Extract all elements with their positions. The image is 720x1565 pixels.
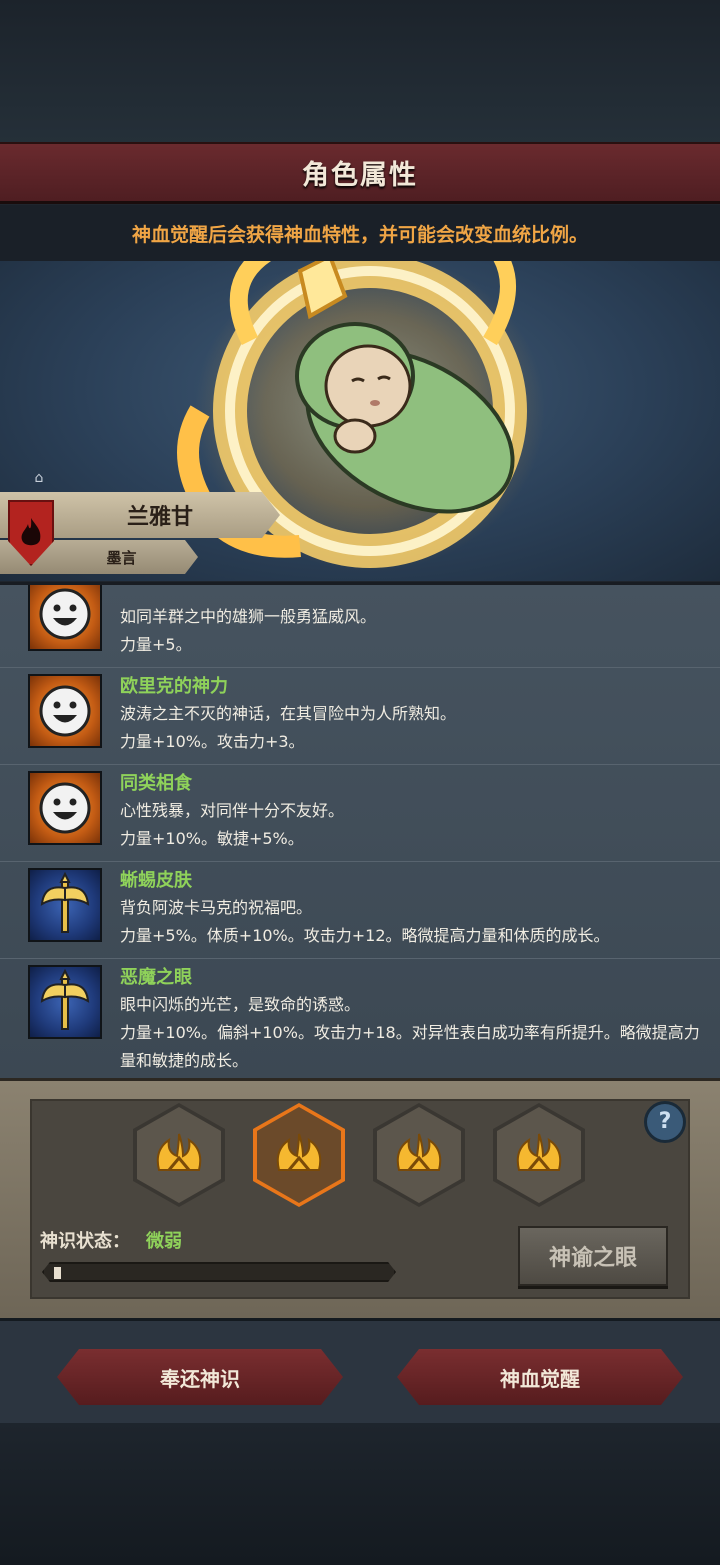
smile-icon <box>28 771 102 845</box>
oracle-eye-button[interactable]: 神谕之眼 <box>518 1226 668 1286</box>
character-name: 兰雅甘 <box>126 505 193 530</box>
golden-crown-icon <box>396 1133 442 1171</box>
divine-blood-awaken-button[interactable]: 神血觉醒 <box>397 1349 683 1405</box>
trait-name: 蜥蜴皮肤 <box>120 870 192 891</box>
top-background <box>0 0 720 145</box>
trait-row[interactable]: 如同羊群之中的雄狮一般勇猛威风。 力量+5。 <box>0 585 720 668</box>
trait-stats: 力量+5%。体质+10%。攻击力+12。略微提高力量和体质的成长。 <box>120 926 610 945</box>
axe-icon <box>28 868 102 942</box>
axe-icon <box>28 965 102 1039</box>
progress-fill <box>54 1267 61 1279</box>
golden-crown-icon <box>276 1133 322 1171</box>
flame-icon <box>21 518 41 546</box>
trait-name: 同类相食 <box>120 773 192 794</box>
trait-name: 欧里克的神力 <box>120 676 228 697</box>
notice-bar: 神血觉醒后会获得神血特性，并可能会改变血统比例。 <box>0 205 720 261</box>
trait-stats: 力量+10%。偏斜+10%。攻击力+18。对异性表白成功率有所提升。略微提高力量… <box>120 1023 700 1070</box>
bottom-background <box>0 1423 720 1565</box>
title-bar: 角色属性 <box>0 142 720 204</box>
trait-stats: 力量+10%。敏捷+5%。 <box>120 829 304 848</box>
golden-crown-icon <box>156 1133 202 1171</box>
help-button[interactable]: ? <box>644 1101 686 1143</box>
trait-row[interactable]: 恶魔之眼 眼中闪烁的光芒，是致命的诱惑。 力量+10%。偏斜+10%。攻击力+1… <box>0 959 720 1078</box>
smile-icon <box>28 674 102 748</box>
divine-blood-awaken-label: 神血觉醒 <box>500 1366 580 1391</box>
trait-name: 恶魔之眼 <box>120 967 192 988</box>
trait-list[interactable]: 如同羊群之中的雄狮一般勇猛威风。 力量+5。 欧里克的神力 波涛之主不灭的神话，… <box>0 582 720 1078</box>
home-icon: ⌂ <box>34 470 44 486</box>
status-label: 神识状态： <box>40 1231 130 1252</box>
trait-stats: 力量+5。 <box>120 635 192 654</box>
trait-row[interactable]: 欧里克的神力 波涛之主不灭的神话，在其冒险中为人所熟知。 力量+10%。攻击力+… <box>0 668 720 765</box>
divine-sense-progress-bar <box>42 1262 396 1282</box>
trait-description: 如同羊群之中的雄狮一般勇猛威风。 <box>120 607 377 626</box>
notice-text: 神血觉醒后会获得神血特性，并可能会改变血统比例。 <box>131 223 588 246</box>
return-divine-sense-label: 奉还神识 <box>160 1366 240 1391</box>
bottom-action-bar: 奉还神识 神血觉醒 <box>0 1318 720 1423</box>
trait-stats: 力量+10%。攻击力+3。 <box>120 732 305 751</box>
trait-description: 眼中闪烁的光芒，是致命的诱惑。 <box>120 995 361 1014</box>
return-divine-sense-button[interactable]: 奉还神识 <box>57 1349 343 1405</box>
trait-description: 背负阿波卡马克的祝福吧。 <box>120 898 313 917</box>
trait-description: 波涛之主不灭的神话，在其冒险中为人所熟知。 <box>120 704 457 723</box>
oracle-eye-label: 神谕之眼 <box>548 1246 637 1271</box>
page-title: 角色属性 <box>302 160 418 191</box>
trait-description: 心性残暴，对同伴十分不友好。 <box>120 801 345 820</box>
character-subtitle: 墨言 <box>106 548 137 567</box>
trait-row[interactable]: 蜥蜴皮肤 背负阿波卡马克的祝福吧。 力量+5%。体质+10%。攻击力+12。略微… <box>0 862 720 959</box>
golden-crown-icon <box>516 1133 562 1171</box>
trait-row[interactable]: 同类相食 心性残暴，对同伴十分不友好。 力量+10%。敏捷+5%。 <box>0 765 720 862</box>
status-value: 微弱 <box>146 1231 182 1252</box>
smile-icon <box>28 585 102 651</box>
